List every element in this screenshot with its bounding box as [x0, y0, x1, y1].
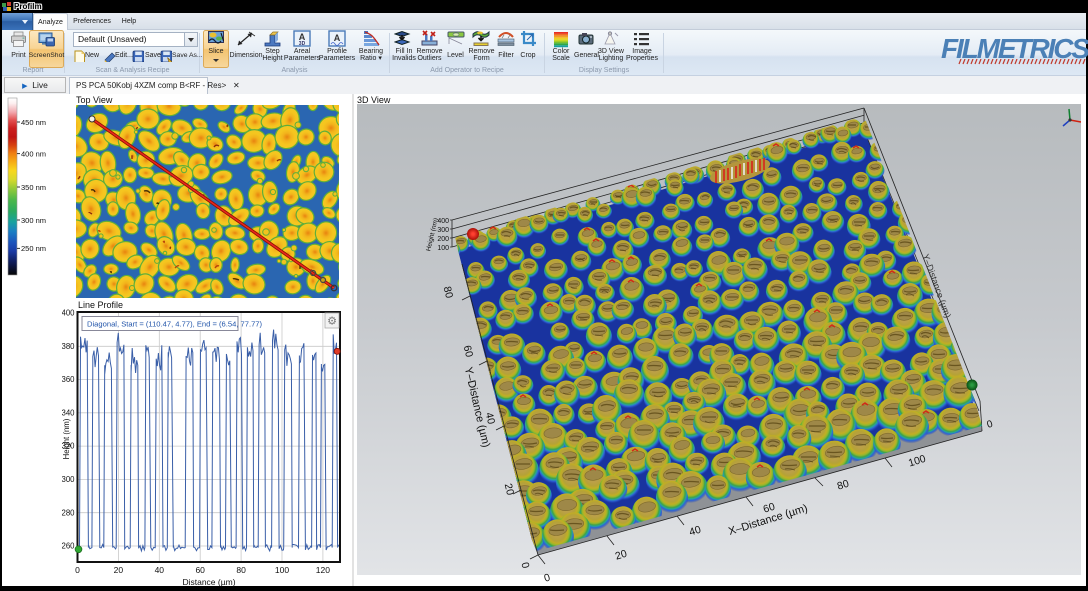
svg-text:250 nm: 250 nm	[21, 244, 46, 253]
svg-text:300 nm: 300 nm	[21, 216, 46, 225]
svg-text:200: 200	[437, 236, 449, 243]
svg-text:100: 100	[907, 453, 927, 470]
svg-text:Distance (µm): Distance (µm)	[182, 577, 235, 587]
svg-text:80: 80	[236, 565, 246, 575]
svg-text:40: 40	[688, 524, 703, 539]
svg-text:350 nm: 350 nm	[21, 183, 46, 192]
svg-text:40: 40	[155, 565, 165, 575]
svg-text:20: 20	[502, 482, 516, 496]
svg-text:0: 0	[986, 419, 995, 431]
svg-text:Y–Distance (µm): Y–Distance (µm)	[462, 366, 492, 449]
svg-text:400 nm: 400 nm	[21, 149, 46, 158]
svg-text:60: 60	[195, 565, 205, 575]
svg-text:80: 80	[836, 478, 851, 493]
svg-text:340: 340	[62, 408, 75, 417]
svg-text:360: 360	[62, 375, 75, 384]
svg-text:Diagonal, Start = (110.47, 4.7: Diagonal, Start = (110.47, 4.77), End = …	[87, 320, 263, 329]
svg-text:0: 0	[543, 571, 552, 584]
svg-text:280: 280	[62, 508, 75, 517]
svg-text:300: 300	[62, 475, 75, 484]
svg-text:100: 100	[275, 565, 289, 575]
svg-text:450 nm: 450 nm	[21, 118, 46, 127]
svg-text:3D: 3D	[299, 41, 306, 47]
svg-text:120: 120	[316, 565, 330, 575]
svg-text:0: 0	[518, 561, 531, 570]
svg-text:400: 400	[62, 309, 75, 318]
svg-text:Height (nm): Height (nm)	[62, 418, 71, 459]
svg-text:300: 300	[437, 227, 449, 234]
svg-text:0: 0	[75, 565, 80, 575]
svg-text:20: 20	[614, 548, 629, 563]
svg-text:100: 100	[437, 245, 449, 252]
svg-text:⚙: ⚙	[327, 316, 337, 328]
svg-text:60: 60	[461, 344, 475, 358]
svg-text:20: 20	[114, 565, 124, 575]
svg-text:380: 380	[62, 342, 75, 351]
svg-text:A: A	[334, 33, 341, 43]
svg-text:260: 260	[62, 542, 75, 551]
svg-text:80: 80	[441, 285, 455, 299]
